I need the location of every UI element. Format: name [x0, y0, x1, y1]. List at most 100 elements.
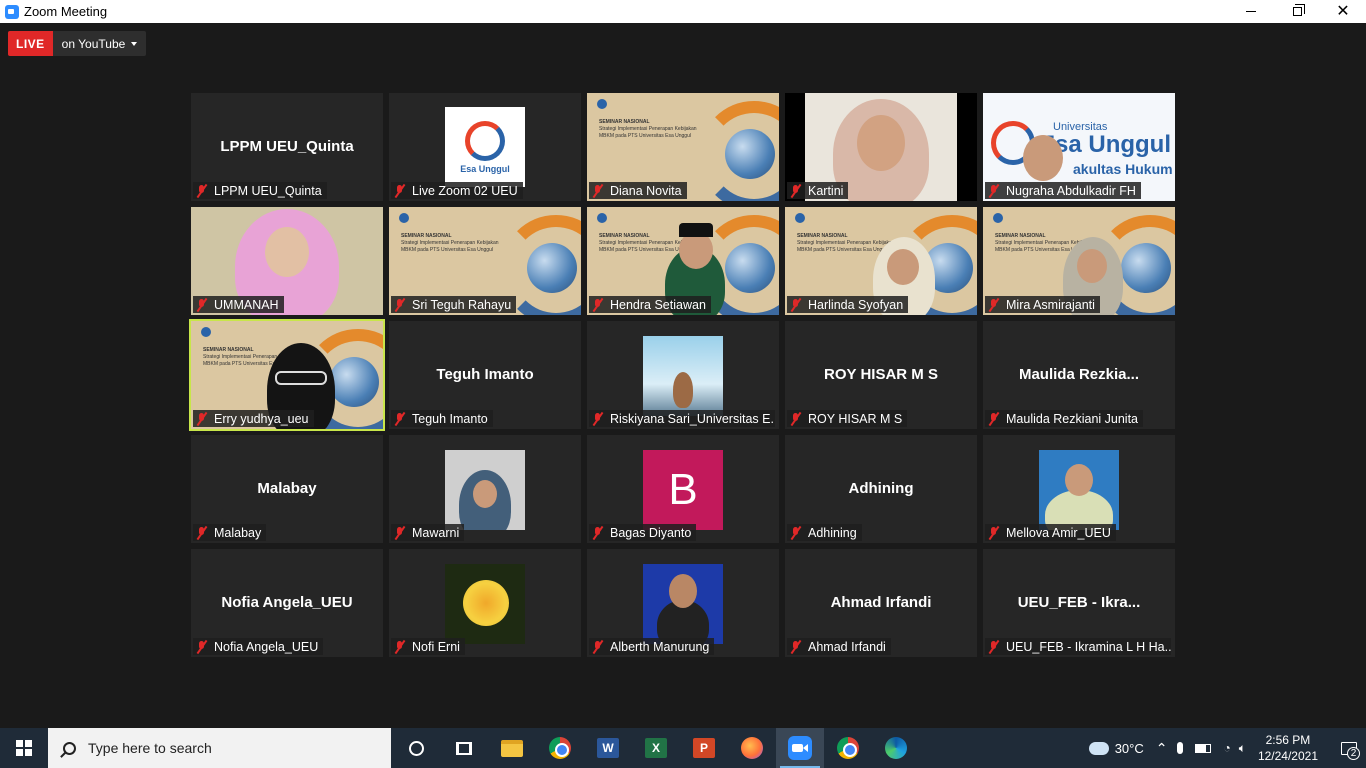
mic-muted-icon [393, 412, 406, 426]
cortana-button[interactable] [392, 728, 440, 768]
participant-tile-live-zoom-02-ueu[interactable]: Esa Unggul Live Zoom 02 UEU [389, 93, 581, 201]
file-explorer-button[interactable] [488, 728, 536, 768]
participant-name: Ahmad Irfandi [808, 639, 886, 654]
participant-name: Mellova Amir_UEU [1006, 525, 1111, 540]
slide-logo-icon [399, 213, 409, 223]
participant-tile-teguh-imanto[interactable]: Teguh Imanto Teguh Imanto [389, 321, 581, 429]
participant-tile-nofia-angela-ueu[interactable]: Nofia Angela_UEU Nofia Angela_UEU [191, 549, 383, 657]
participant-name: Sri Teguh Rahayu [412, 297, 512, 312]
chevron-up-icon[interactable]: ⌃ [1156, 740, 1168, 757]
start-button[interactable] [0, 728, 48, 768]
word-button[interactable]: W [584, 728, 632, 768]
mic-muted-icon [987, 184, 1000, 198]
participant-name-label: Mellova Amir_UEU [985, 524, 1116, 541]
participant-photo [1039, 450, 1119, 530]
slide-heading: SEMINAR NASIONAL [995, 233, 1046, 239]
firefox-button[interactable] [728, 728, 776, 768]
live-stream-indicator[interactable]: LIVE on YouTube [8, 31, 147, 56]
live-destination-dropdown[interactable]: on YouTube [52, 31, 147, 56]
participant-tile-bagas-diyanto[interactable]: B Bagas Diyanto [587, 435, 779, 543]
gallery-grid: LPPM UEU_Quinta LPPM UEU_Quinta Esa Ungg… [189, 93, 1175, 657]
participant-tile-ahmad-irfandi[interactable]: Ahmad Irfandi Ahmad Irfandi [785, 549, 977, 657]
notification-center-button[interactable]: 2 [1332, 728, 1366, 768]
participant-name-label: Teguh Imanto [391, 410, 493, 427]
participant-name: Kartini [808, 183, 844, 198]
participant-name-label: Nofi Erni [391, 638, 465, 655]
chrome-icon [837, 737, 859, 759]
mic-muted-icon [987, 640, 1000, 654]
participant-name: LPPM UEU_Quinta [214, 183, 322, 198]
participant-name: Erry yudhya_ueu [214, 411, 309, 426]
avatar: B [643, 450, 723, 530]
taskbar-search-box[interactable]: Type here to search [48, 728, 391, 768]
participant-name-label: Harlinda Syofyan [787, 296, 909, 313]
participant-tile-diana-novita[interactable]: SEMINAR NASIONAL Strategi Implementasi P… [587, 93, 779, 201]
participant-name: Mira Asmirajanti [1006, 297, 1095, 312]
battery-icon[interactable] [1195, 743, 1212, 753]
title-bar: Zoom Meeting ✕ [0, 0, 1366, 23]
participant-name-label: Mawarni [391, 524, 465, 541]
windows-taskbar: Type here to search W X P 30°C ⌃ ◔ 🔈︎ 2:… [0, 728, 1366, 768]
zoom-button[interactable] [776, 728, 824, 768]
participant-name-label: Alberth Manurung [589, 638, 715, 655]
mic-muted-icon [789, 184, 802, 198]
task-view-button[interactable] [440, 728, 488, 768]
participant-tile-mawarni[interactable]: Mawarni [389, 435, 581, 543]
restore-button[interactable] [1274, 0, 1320, 23]
participant-name: Riskiyana Sari_Universitas E... [610, 411, 775, 426]
mic-muted-icon [789, 298, 802, 312]
participant-tile-ueu-feb-ikramina-l-h-ha[interactable]: UEU_FEB - Ikra... UEU_FEB - Ikramina L H… [983, 549, 1175, 657]
participant-name: Hendra Setiawan [610, 297, 706, 312]
participant-tile-ummanah[interactable]: UMMANAH [191, 207, 383, 315]
participant-name: Teguh Imanto [412, 411, 488, 426]
participant-tile-kartini[interactable]: Kartini [785, 93, 977, 201]
participant-tile-maulida-rezkiani-junita[interactable]: Maulida Rezkia... Maulida Rezkiani Junit… [983, 321, 1175, 429]
mic-muted-icon [195, 184, 208, 198]
chevron-down-icon [131, 41, 138, 46]
participant-tile-lppm-ueu-quinta[interactable]: LPPM UEU_Quinta LPPM UEU_Quinta [191, 93, 383, 201]
chrome-button-2[interactable] [824, 728, 872, 768]
powerpoint-button[interactable]: P [680, 728, 728, 768]
weather-icon[interactable] [1088, 741, 1109, 755]
microphone-icon[interactable] [1177, 742, 1184, 754]
firefox-icon [741, 737, 763, 759]
participant-name-label: Hendra Setiawan [589, 296, 711, 313]
participant-tile-alberth-manurung[interactable]: Alberth Manurung [587, 549, 779, 657]
participant-tile-nofi-erni[interactable]: Nofi Erni [389, 549, 581, 657]
participant-tile-erry-yudhya-ueu[interactable]: SEMINAR NASIONAL Strategi Implementasi P… [189, 319, 385, 431]
participant-name: Nofi Erni [412, 639, 460, 654]
slide-orb-graphic [1121, 243, 1171, 293]
weather-temp[interactable]: 30°C [1115, 741, 1144, 756]
word-icon: W [597, 738, 619, 758]
participant-name: Maulida Rezkiani Junita [1006, 411, 1139, 426]
close-icon: ✕ [1336, 2, 1350, 20]
slide-subtitle: Strategi Implementasi Penerapan Kebijaka… [599, 126, 709, 140]
mic-muted-icon [195, 640, 208, 654]
participant-name: UEU_FEB - Ikramina L H Ha... [1006, 639, 1171, 654]
wifi-icon[interactable]: ◔ [1223, 741, 1230, 755]
excel-button[interactable]: X [632, 728, 680, 768]
participant-tile-hendra-setiawan[interactable]: SEMINAR NASIONAL Strategi Implementasi P… [587, 207, 779, 315]
chrome-button[interactable] [536, 728, 584, 768]
participant-tile-adhining[interactable]: Adhining Adhining [785, 435, 977, 543]
participant-name-label: ROY HISAR M S [787, 410, 908, 427]
participant-tile-harlinda-syofyan[interactable]: SEMINAR NASIONAL Strategi Implementasi P… [785, 207, 977, 315]
participant-tile-roy-hisar-m-s[interactable]: ROY HISAR M S ROY HISAR M S [785, 321, 977, 429]
participant-tile-mellova-amir-ueu[interactable]: Mellova Amir_UEU [983, 435, 1175, 543]
participant-tile-nugraha-abdulkadir-fh[interactable]: Universitas Esa Unggul akultas Hukum Nugra… [983, 93, 1175, 201]
participant-tile-malabay[interactable]: Malabay Malabay [191, 435, 383, 543]
edge-button[interactable] [872, 728, 920, 768]
participant-name-label: Adhining [787, 524, 862, 541]
volume-icon[interactable]: 🔈︎ [1239, 741, 1246, 756]
slide-logo-icon [597, 99, 607, 109]
taskbar-clock[interactable]: 2:56 PM 12/24/2021 [1258, 732, 1318, 764]
excel-icon: X [645, 738, 667, 758]
minimize-button[interactable] [1228, 0, 1274, 23]
system-tray: 30°C ⌃ ◔ 🔈︎ 2:56 PM 12/24/2021 2 [1088, 728, 1366, 768]
mic-muted-icon [987, 412, 1000, 426]
participant-tile-sri-teguh-rahayu[interactable]: SEMINAR NASIONAL Strategi Implementasi P… [389, 207, 581, 315]
participant-tile-riskiyana-sari-universitas-e[interactable]: Riskiyana Sari_Universitas E... [587, 321, 779, 429]
close-button[interactable]: ✕ [1320, 0, 1366, 23]
participant-name-label: Diana Novita [589, 182, 687, 199]
participant-tile-mira-asmirajanti[interactable]: SEMINAR NASIONAL Strategi Implementasi P… [983, 207, 1175, 315]
